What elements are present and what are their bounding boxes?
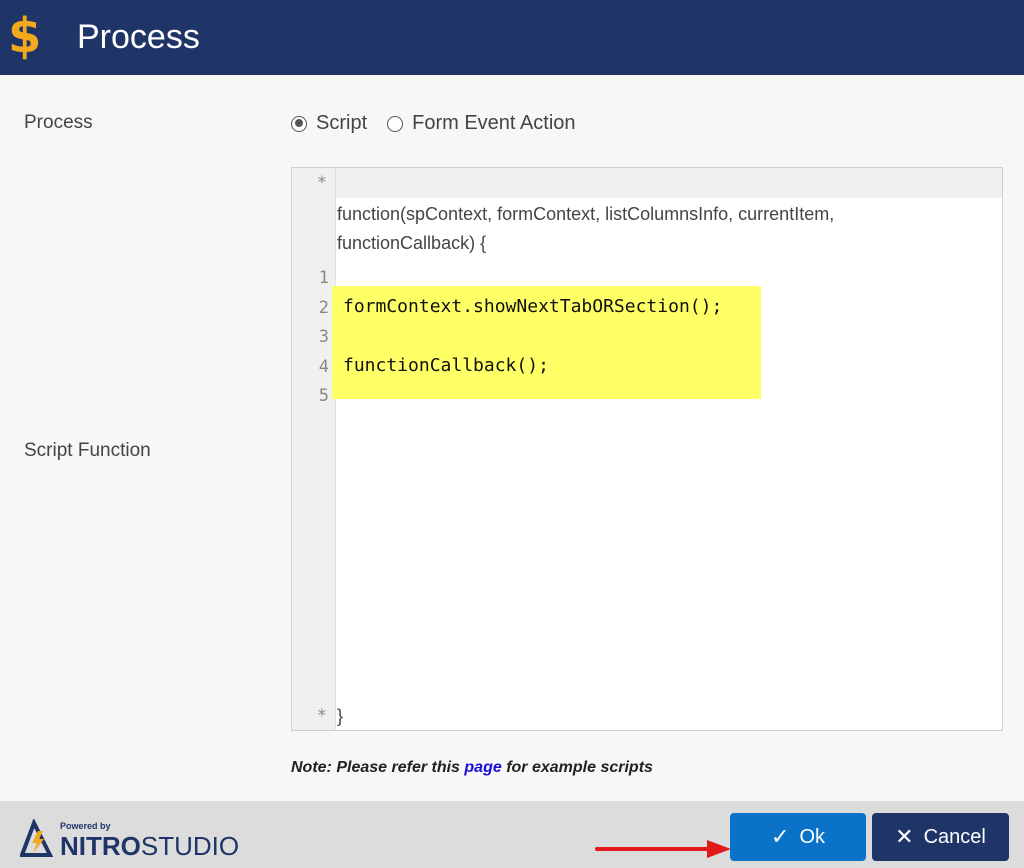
gutter-marker-top: * — [316, 173, 327, 193]
code-comment-line: function(spContext, formContext, listCol… — [337, 204, 835, 224]
script-function-label: Script Function — [24, 440, 151, 461]
radio-form-event-action-label: Form Event Action — [412, 112, 576, 134]
editor-top-stripe — [292, 168, 1002, 198]
checkmark-icon: ✓ — [771, 824, 790, 849]
dollar-icon: $ — [8, 8, 42, 64]
script-editor[interactable]: * 1 2 3 4 5 * function(spContext, formCo… — [291, 167, 1003, 731]
line-number: 5 — [318, 386, 329, 406]
radio-script-label: Script — [316, 112, 368, 134]
line-number: 4 — [318, 357, 329, 377]
dialog-footer: Powered by NITROSTUDIO — [0, 801, 1024, 868]
cancel-button-label: Cancel — [923, 825, 986, 848]
line-number: 3 — [318, 327, 329, 347]
radio-script[interactable]: Script — [291, 112, 367, 135]
code-closing-brace: } — [337, 706, 344, 726]
brand-name: NITROSTUDIO — [60, 831, 239, 862]
process-label: Process — [24, 112, 93, 133]
cancel-button[interactable]: ✕ Cancel — [872, 813, 1009, 861]
red-arrow-annotation — [595, 840, 731, 858]
line-number: 1 — [318, 268, 329, 288]
code-comment-line: functionCallback) { — [337, 233, 487, 253]
radio-selected-icon[interactable] — [291, 115, 307, 132]
code-line: formContext.showNextTabORSection(); — [343, 296, 723, 317]
brand-studio: STUDIO — [140, 831, 240, 861]
brand-nitro: NITRO — [60, 831, 141, 861]
line-number: 2 — [318, 298, 329, 318]
radio-unselected-icon[interactable] — [387, 115, 404, 132]
note-suffix: for example scripts — [506, 759, 653, 776]
radio-form-event-action[interactable]: Form Event Action — [387, 112, 576, 135]
powered-by-text: Powered by — [60, 821, 111, 831]
nitro-studio-logo: Powered by NITROSTUDIO — [19, 818, 239, 861]
note-text: Note: Please refer this page for example… — [291, 759, 653, 777]
dialog-title: Process — [77, 18, 200, 56]
note-prefix: Note: Please refer this — [291, 759, 460, 776]
ok-button[interactable]: ✓ Ok — [730, 813, 866, 861]
nitro-logo-icon — [19, 818, 54, 857]
close-icon: ✕ — [895, 824, 914, 849]
ok-button-label: Ok — [799, 825, 825, 848]
note-page-link[interactable]: page — [464, 759, 501, 776]
code-line: functionCallback(); — [343, 355, 549, 376]
process-radio-group: Script Form Event Action — [291, 112, 596, 135]
dialog-header: $ Process — [0, 0, 1024, 75]
editor-gutter: * 1 2 3 4 5 * — [292, 168, 336, 730]
gutter-marker-bottom: * — [316, 706, 327, 726]
